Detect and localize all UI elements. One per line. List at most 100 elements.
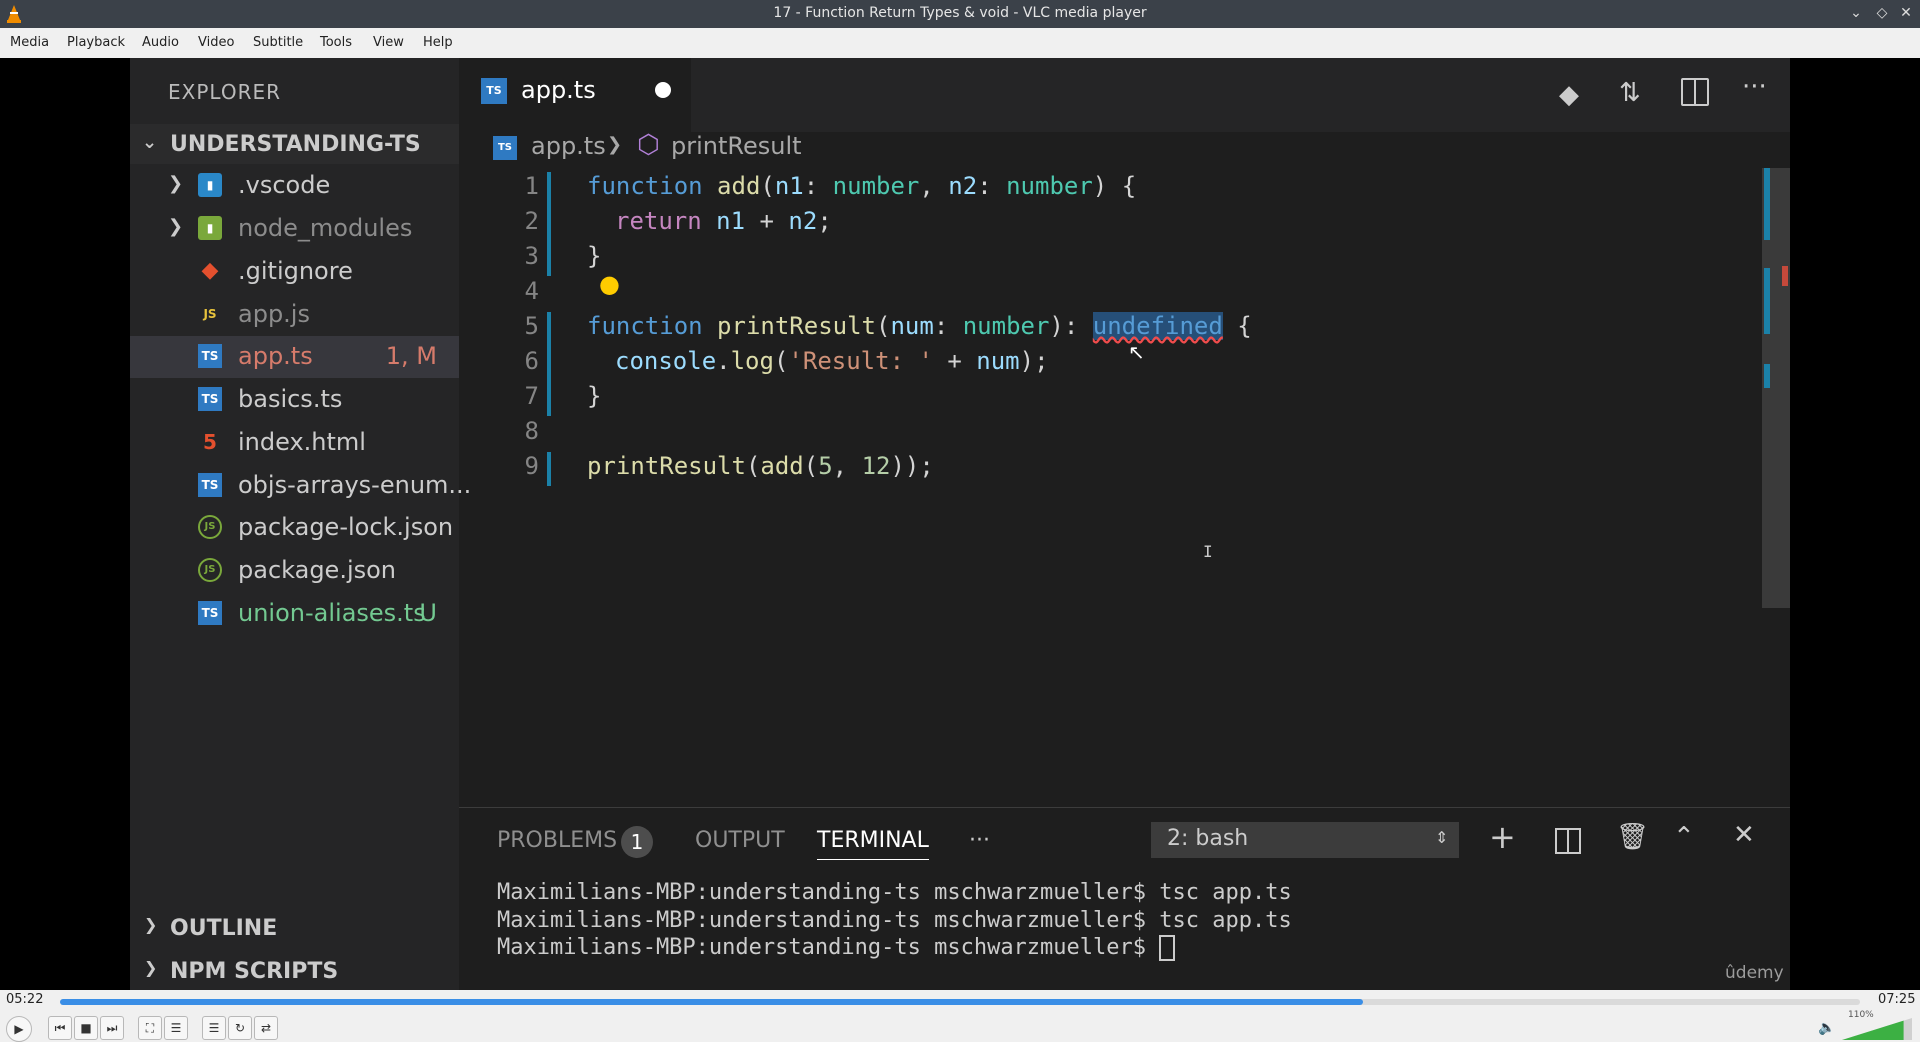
line-number: 1 xyxy=(524,172,539,200)
folder-node-icon: ▮ xyxy=(198,216,222,240)
open-changes-icon[interactable]: ⇅ xyxy=(1619,78,1641,108)
project-section[interactable]: ⌄ UNDERSTANDING-TS xyxy=(130,124,459,164)
code-line-5: function printResult(num: number): undef… xyxy=(587,312,1252,340)
list-item[interactable]: TS basics.ts xyxy=(130,379,459,421)
speaker-icon[interactable]: 🔈 xyxy=(1818,1020,1835,1036)
menu-media[interactable]: Media xyxy=(10,35,49,50)
scroll-marker xyxy=(1764,268,1770,334)
mouse-pointer-icon: ↖ xyxy=(1128,340,1145,364)
menu-help[interactable]: Help xyxy=(423,35,453,50)
tab-problems[interactable]: PROBLEMS xyxy=(497,828,617,853)
chevron-right-icon: ❯ xyxy=(168,173,184,194)
code-line-6: console.log('Result: ' + num); xyxy=(615,347,1049,375)
terminal-line[interactable]: Maximilians-MBP:understanding-ts mschwar… xyxy=(497,935,1176,961)
tab-output[interactable]: OUTPUT xyxy=(695,828,785,853)
maximize-icon[interactable]: ◇ xyxy=(1872,3,1892,23)
list-item[interactable]: JS package-lock.json xyxy=(130,507,459,549)
file-name: app.ts xyxy=(238,342,313,370)
code-line-7: } xyxy=(587,382,602,410)
outline-section[interactable]: ❯ OUTLINE xyxy=(130,908,459,946)
lightbulb-icon[interactable]: ● xyxy=(599,270,620,298)
list-item[interactable]: ◆ .gitignore xyxy=(130,251,459,293)
git-icon: ◆ xyxy=(201,258,219,283)
menu-tools[interactable]: Tools xyxy=(320,35,352,50)
code-editor[interactable]: 1 2 3 4 5 6 7 8 9 function add(n1: numbe… xyxy=(459,168,1759,808)
explorer-header: EXPLORER xyxy=(168,80,281,104)
terminal-line: Maximilians-MBP:understanding-ts mschwar… xyxy=(497,908,1292,933)
ts-icon: TS xyxy=(481,78,507,104)
file-name: .gitignore xyxy=(238,257,353,285)
breadcrumb-symbol[interactable]: printResult xyxy=(671,132,802,160)
ts-icon: TS xyxy=(198,601,222,625)
list-item[interactable]: ❯ ▮ .vscode xyxy=(130,165,459,207)
breadcrumb: TS app.ts ❯ ⬡ printResult xyxy=(459,130,1790,168)
volume-slider[interactable] xyxy=(1842,1018,1912,1040)
ts-icon: TS xyxy=(198,387,222,411)
select-arrows-icon: ⇕ xyxy=(1435,828,1449,847)
tab-app-ts[interactable]: TS app.ts xyxy=(459,58,691,132)
node-icon: JS xyxy=(198,558,222,582)
unsaved-dot-icon[interactable] xyxy=(655,82,671,98)
trash-icon[interactable]: 🗑 xyxy=(1616,822,1649,852)
selected-token: undefined xyxy=(1092,312,1223,340)
shuffle-button[interactable]: ⇄ xyxy=(254,1016,278,1040)
close-panel-icon[interactable]: ✕ xyxy=(1733,820,1755,850)
terminal-line: Maximilians-MBP:understanding-ts mschwar… xyxy=(497,880,1292,905)
extended-settings-button[interactable]: ☰ xyxy=(164,1016,188,1040)
minimize-icon[interactable]: ⌄ xyxy=(1846,3,1866,23)
loop-button[interactable]: ↻ xyxy=(228,1016,252,1040)
list-item[interactable]: 5 index.html xyxy=(130,422,459,464)
outline-label: OUTLINE xyxy=(170,916,278,941)
error-marker xyxy=(1782,266,1788,286)
scroll-marker xyxy=(1764,168,1770,240)
npm-scripts-section[interactable]: ❯ NPM SCRIPTS xyxy=(130,951,459,989)
more-actions-icon[interactable]: ··· xyxy=(1742,72,1767,102)
seek-bar-fill xyxy=(60,999,1364,1005)
seek-bar[interactable] xyxy=(60,999,1860,1005)
total-time: 07:25 xyxy=(1878,992,1916,1007)
list-item[interactable]: TS objs-arrays-enum... xyxy=(130,465,471,507)
bottom-panel: PROBLEMS 1 OUTPUT TERMINAL ··· 2: bash ⇕… xyxy=(459,807,1790,991)
editor-scrollbar[interactable] xyxy=(1762,168,1790,608)
code-line-3: } xyxy=(587,242,602,270)
chevron-right-icon: ❯ xyxy=(168,216,184,237)
list-item[interactable]: JS package.json xyxy=(130,550,459,592)
line-number: 9 xyxy=(524,452,539,480)
more-tabs-icon[interactable]: ··· xyxy=(969,828,990,853)
breadcrumb-file[interactable]: app.ts xyxy=(531,132,606,160)
menu-audio[interactable]: Audio xyxy=(142,35,179,50)
tab-terminal[interactable]: TERMINAL xyxy=(817,828,929,860)
fullscreen-button[interactable]: ⛶ xyxy=(138,1016,162,1040)
terminal-select[interactable]: 2: bash ⇕ xyxy=(1151,822,1459,858)
menu-video[interactable]: Video xyxy=(198,35,234,50)
menu-bar: Media Playback Audio Video Subtitle Tool… xyxy=(0,28,1920,59)
previous-button[interactable]: ⏮ xyxy=(48,1016,72,1040)
line-number: 2 xyxy=(524,207,539,235)
split-terminal-icon[interactable] xyxy=(1555,828,1581,854)
code-line-1: function add(n1: number, n2: number) { xyxy=(587,172,1137,200)
menu-subtitle[interactable]: Subtitle xyxy=(253,35,303,50)
problems-count-badge: 1 xyxy=(621,826,653,858)
elapsed-time: 05:22 xyxy=(6,992,44,1007)
method-cube-icon: ⬡ xyxy=(637,130,660,160)
explorer-sidebar: EXPLORER ⌄ UNDERSTANDING-TS ❯ ▮ .vscode … xyxy=(130,58,471,990)
list-item[interactable]: JS app.js xyxy=(130,294,459,336)
folder-vscode-icon: ▮ xyxy=(198,173,222,197)
list-item-selected[interactable]: TS app.ts 1, M xyxy=(130,336,459,378)
split-editor-icon[interactable] xyxy=(1681,78,1709,106)
file-name: union-aliases.ts xyxy=(238,599,426,627)
chevron-up-icon[interactable]: ⌃ xyxy=(1673,822,1695,852)
chevron-right-icon: ❯ xyxy=(144,958,158,977)
menu-view[interactable]: View xyxy=(373,35,404,50)
close-icon[interactable]: ✕ xyxy=(1896,3,1916,23)
list-item[interactable]: TS union-aliases.ts U xyxy=(130,593,459,635)
new-terminal-icon[interactable]: + xyxy=(1489,818,1516,856)
git-compare-icon[interactable]: ◆ xyxy=(1559,80,1579,110)
stop-button[interactable]: ■ xyxy=(74,1016,98,1040)
menu-playback[interactable]: Playback xyxy=(67,35,125,50)
list-item[interactable]: ❯ ▮ node_modules xyxy=(130,208,459,250)
next-button[interactable]: ⏭ xyxy=(100,1016,124,1040)
project-name: UNDERSTANDING-TS xyxy=(170,132,421,157)
play-button[interactable]: ▶ xyxy=(6,1016,32,1042)
playlist-button[interactable]: ☰ xyxy=(202,1016,226,1040)
